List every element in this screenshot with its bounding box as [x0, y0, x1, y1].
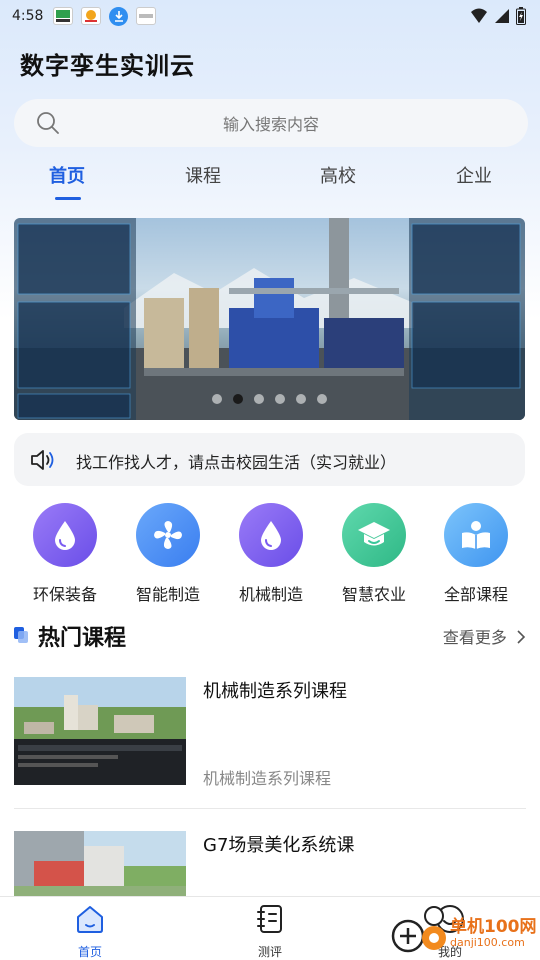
banner-carousel[interactable]: [14, 218, 525, 420]
assessment-icon: [257, 905, 282, 933]
course-title: 机械制造系列课程: [203, 681, 347, 702]
carousel-indicators: [14, 394, 525, 404]
category-smart-agriculture[interactable]: 智慧农业: [324, 503, 424, 605]
category-label: 全部课程: [443, 585, 508, 604]
notification-app-icon: [81, 7, 102, 25]
tab-courses[interactable]: 课程: [185, 162, 221, 188]
tab-active-indicator: [55, 197, 81, 200]
status-indicators: [470, 7, 526, 25]
tab-universities[interactable]: 高校: [320, 162, 356, 188]
battery-icon: [516, 7, 526, 25]
chevron-right-icon: [517, 630, 526, 644]
signal-icon: [495, 9, 509, 23]
nav-label: 测评: [257, 945, 282, 959]
search-placeholder: 输入搜索内容: [222, 115, 319, 134]
course-item[interactable]: 机械制造系列课程 机械制造系列课程: [14, 677, 526, 788]
fan-icon: [136, 503, 200, 567]
category-label: 环保装备: [32, 585, 97, 604]
banner-image: [14, 218, 525, 420]
home-icon: [77, 906, 103, 933]
category-label: 智能制造: [135, 585, 200, 604]
category-label: 机械制造: [238, 585, 303, 604]
reading-icon: [444, 503, 508, 567]
notice-text: 找工作找人才，请点击校园生活（实习就业）: [76, 453, 397, 472]
search-input[interactable]: 输入搜索内容: [14, 99, 528, 147]
category-smart-manufacturing[interactable]: 智能制造: [118, 503, 218, 605]
notification-app-icon: [136, 7, 157, 25]
tab-home[interactable]: 首页: [49, 162, 85, 188]
carousel-dot[interactable]: [254, 394, 264, 404]
tab-enterprises[interactable]: 企业: [456, 162, 492, 188]
category-environmental[interactable]: 环保装备: [15, 503, 115, 605]
see-more-link[interactable]: 查看更多: [443, 624, 526, 648]
download-icon: [109, 6, 129, 26]
carousel-dot[interactable]: [296, 394, 306, 404]
carousel-dot-active[interactable]: [233, 394, 243, 404]
watermark-url: danji100.com: [450, 936, 525, 949]
nav-assessment[interactable]: 测评: [230, 903, 310, 960]
droplet-icon: [239, 503, 303, 567]
category-mechanical[interactable]: 机械制造: [221, 503, 321, 605]
graduation-cap-icon: [342, 503, 406, 567]
status-time: 4:58: [12, 8, 44, 24]
see-more-label: 查看更多: [442, 628, 507, 647]
category-all-courses[interactable]: 全部课程: [426, 503, 526, 605]
status-bar: 4:58: [0, 0, 540, 32]
section-title: 热门课程: [38, 626, 127, 651]
carousel-dot[interactable]: [275, 394, 285, 404]
course-thumbnail: [14, 677, 186, 785]
hot-courses-header: 热门课程 查看更多: [14, 620, 526, 652]
category-label: 智慧农业: [341, 585, 406, 604]
divider: [14, 808, 526, 809]
watermark-logo-icon: [391, 906, 446, 953]
notification-app-icon: [53, 7, 74, 25]
carousel-dot[interactable]: [317, 394, 327, 404]
site-watermark: 单机100网 danji100.com: [390, 904, 540, 960]
course-item[interactable]: G7场景美化系统课: [14, 831, 526, 897]
category-grid: 环保装备 智能制造 机械制造 智慧农业 全部课程: [0, 503, 540, 605]
search-icon: [37, 112, 59, 134]
watermark-title: 单机100网: [450, 917, 537, 937]
nav-home[interactable]: 首页: [50, 903, 130, 960]
course-title: G7场景美化系统课: [203, 835, 355, 856]
app-title: 数字孪生实训云: [20, 52, 195, 80]
carousel-dot[interactable]: [212, 394, 222, 404]
notice-bar[interactable]: 找工作找人才，请点击校园生活（实习就业）: [14, 433, 525, 486]
speaker-icon: [31, 450, 54, 470]
droplet-icon: [33, 503, 97, 567]
section-mark-icon: [14, 627, 28, 643]
course-subtitle: 机械制造系列课程: [203, 769, 332, 788]
wifi-icon: [471, 8, 487, 23]
course-thumbnail: [14, 831, 186, 897]
top-tabs: 首页 课程 高校 企业: [0, 160, 540, 204]
nav-label: 首页: [77, 945, 102, 959]
